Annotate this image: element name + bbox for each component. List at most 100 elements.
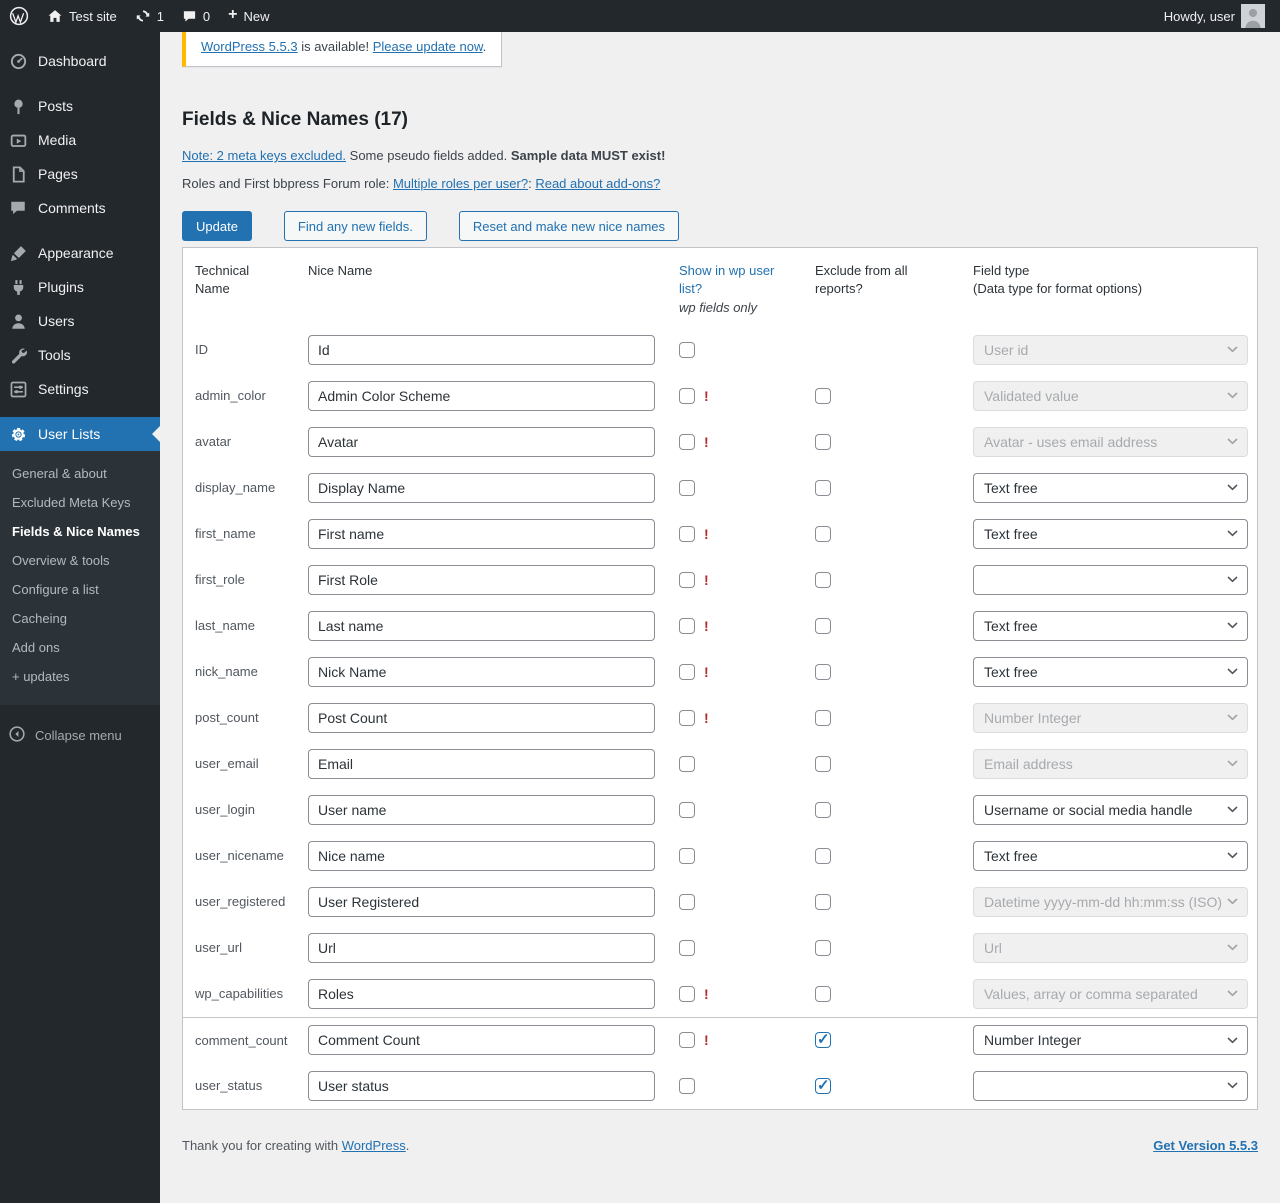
new-menu[interactable]: + New [219, 0, 278, 32]
sidebar-item-user-lists[interactable]: User Lists [0, 417, 160, 451]
sidebar-item-media[interactable]: Media [0, 123, 160, 157]
submenu-item[interactable]: Cacheing [0, 604, 160, 633]
show-in-list-checkbox[interactable] [679, 525, 695, 542]
show-in-list-checkbox[interactable] [679, 571, 695, 588]
exclude-checkbox[interactable] [815, 663, 831, 680]
comments-indicator[interactable]: 0 [173, 0, 219, 32]
show-in-list-checkbox[interactable] [679, 1032, 695, 1049]
show-in-list-checkbox[interactable] [679, 709, 695, 726]
submenu-item[interactable]: Add ons [0, 633, 160, 662]
reset-nice-names-button[interactable]: Reset and make new nice names [458, 211, 680, 241]
nice-name-input[interactable] [308, 656, 655, 687]
nice-name-input[interactable] [308, 334, 655, 365]
exclude-checkbox[interactable] [815, 479, 831, 496]
nice-name-input[interactable] [308, 380, 655, 411]
nice-name-input[interactable] [308, 840, 655, 871]
show-in-list-checkbox[interactable] [679, 341, 695, 358]
excluded-meta-keys-link[interactable]: Note: 2 meta keys excluded. [182, 148, 346, 163]
field-type-select[interactable]: Number Integer [973, 1025, 1248, 1056]
sidebar-item-posts[interactable]: Posts [0, 89, 160, 123]
sidebar-item-dashboard[interactable]: Dashboard [0, 44, 160, 78]
nice-name-input[interactable] [308, 610, 655, 641]
submenu-item[interactable]: General & about [0, 459, 160, 488]
find-new-fields-button[interactable]: Find any new fields. [283, 211, 427, 241]
field-type-select[interactable]: Validated value [973, 380, 1248, 411]
field-type-select[interactable]: Datetime yyyy-mm-dd hh:mm:ss (ISO) [973, 886, 1248, 917]
field-type-select[interactable]: Text free [973, 610, 1248, 641]
exclude-checkbox[interactable] [815, 525, 831, 542]
updates-indicator[interactable]: 1 [126, 0, 173, 32]
read-addons-link[interactable]: Read about add-ons? [535, 176, 660, 191]
show-in-list-checkbox[interactable] [679, 433, 695, 450]
show-in-list-checkbox[interactable] [679, 847, 695, 864]
show-in-list-checkbox[interactable] [679, 939, 695, 956]
sidebar-item-users[interactable]: Users [0, 304, 160, 338]
field-type-select[interactable] [973, 1070, 1248, 1101]
field-type-select[interactable]: Text free [973, 840, 1248, 871]
submenu-item[interactable]: + updates [0, 662, 160, 691]
nice-name-input[interactable] [308, 932, 655, 963]
wp-logo[interactable] [0, 0, 38, 32]
sidebar-item-settings[interactable]: Settings [0, 372, 160, 406]
show-in-list-checkbox[interactable] [679, 663, 695, 680]
multiple-roles-link[interactable]: Multiple roles per user? [393, 176, 528, 191]
field-type-select[interactable]: Username or social media handle [973, 794, 1248, 825]
nice-name-input[interactable] [308, 1070, 655, 1101]
show-in-list-checkbox[interactable] [679, 985, 695, 1002]
exclude-checkbox[interactable] [815, 985, 831, 1002]
nice-name-input[interactable] [308, 1025, 655, 1056]
show-in-list-checkbox[interactable] [679, 1077, 695, 1094]
show-in-list-header-link[interactable]: Show in wp user list? [679, 262, 791, 297]
exclude-checkbox[interactable] [815, 433, 831, 450]
field-type-select[interactable]: Text free [973, 472, 1248, 503]
show-in-list-checkbox[interactable] [679, 755, 695, 772]
exclude-checkbox[interactable] [815, 387, 831, 404]
field-type-select[interactable]: Avatar - uses email address [973, 426, 1248, 457]
nice-name-input[interactable] [308, 426, 655, 457]
submenu-item[interactable]: Excluded Meta Keys [0, 488, 160, 517]
nice-name-input[interactable] [308, 472, 655, 503]
exclude-checkbox[interactable] [815, 709, 831, 726]
nice-name-input[interactable] [308, 564, 655, 595]
collapse-menu-button[interactable]: Collapse menu [0, 717, 160, 754]
show-in-list-checkbox[interactable] [679, 801, 695, 818]
sidebar-item-comments[interactable]: Comments [0, 191, 160, 225]
field-type-select[interactable]: Values, array or comma separated [973, 978, 1248, 1009]
sidebar-item-pages[interactable]: Pages [0, 157, 160, 191]
submenu-item[interactable]: Fields & Nice Names [0, 517, 160, 546]
field-type-select[interactable] [973, 564, 1248, 595]
show-in-list-checkbox[interactable] [679, 893, 695, 910]
show-in-list-checkbox[interactable] [679, 387, 695, 404]
exclude-checkbox[interactable] [815, 939, 831, 956]
nice-name-input[interactable] [308, 978, 655, 1009]
nice-name-input[interactable] [308, 702, 655, 733]
field-type-select[interactable]: Email address [973, 748, 1248, 779]
sidebar-item-tools[interactable]: Tools [0, 338, 160, 372]
exclude-checkbox[interactable] [815, 801, 831, 818]
sidebar-item-appearance[interactable]: Appearance [0, 236, 160, 270]
nice-name-input[interactable] [308, 518, 655, 549]
field-type-select[interactable]: Text free [973, 656, 1248, 687]
update-now-link[interactable]: Please update now [373, 39, 483, 54]
wordpress-link[interactable]: WordPress [342, 1138, 406, 1153]
field-type-select[interactable]: Text free [973, 518, 1248, 549]
exclude-checkbox[interactable] [815, 571, 831, 588]
nice-name-input[interactable] [308, 748, 655, 779]
nice-name-input[interactable] [308, 886, 655, 917]
exclude-checkbox[interactable] [815, 755, 831, 772]
exclude-checkbox[interactable] [815, 893, 831, 910]
show-in-list-checkbox[interactable] [679, 617, 695, 634]
wordpress-version-link[interactable]: WordPress 5.5.3 [201, 39, 298, 54]
site-menu[interactable]: Test site [38, 0, 126, 32]
exclude-checkbox[interactable] [815, 1030, 831, 1049]
show-in-list-checkbox[interactable] [679, 479, 695, 496]
get-version-link[interactable]: Get Version 5.5.3 [1153, 1138, 1258, 1153]
update-button[interactable]: Update [182, 211, 252, 241]
account-menu[interactable]: Howdy, user [1155, 4, 1274, 28]
submenu-item[interactable]: Configure a list [0, 575, 160, 604]
field-type-select[interactable]: Url [973, 932, 1248, 963]
exclude-checkbox[interactable] [815, 847, 831, 864]
nice-name-input[interactable] [308, 794, 655, 825]
exclude-checkbox[interactable] [815, 1076, 831, 1094]
exclude-checkbox[interactable] [815, 617, 831, 634]
